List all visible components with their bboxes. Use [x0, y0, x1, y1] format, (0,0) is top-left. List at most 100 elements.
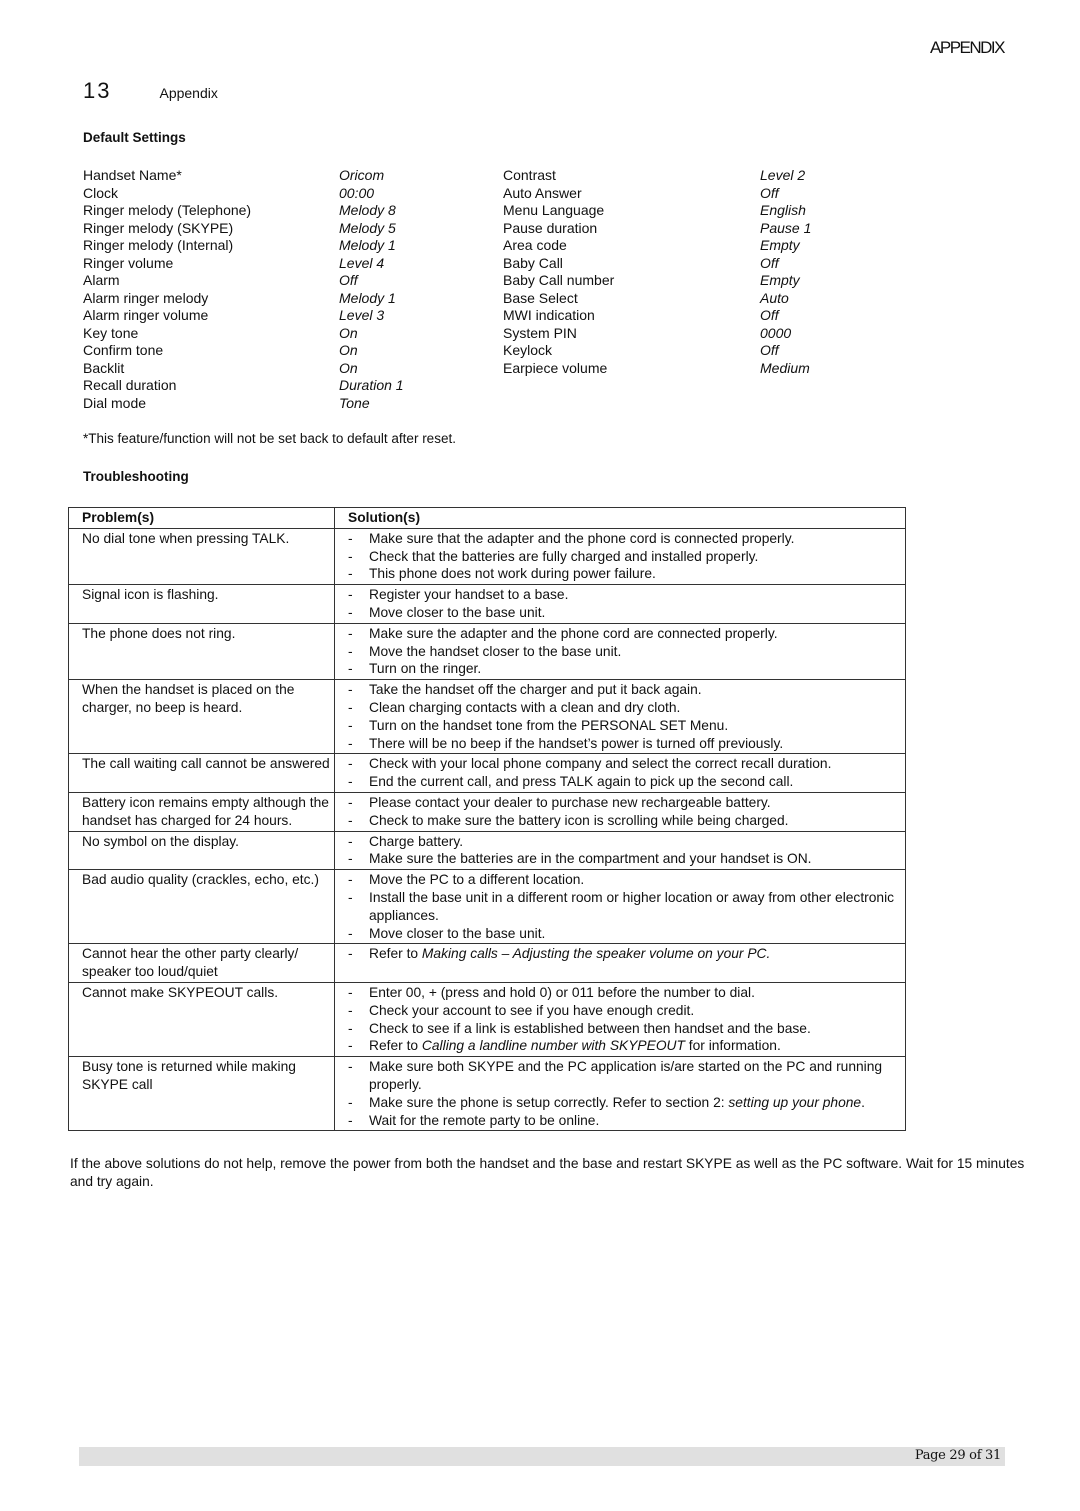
solution-text: Enter 00, + (press and hold 0) or 011 be… — [369, 984, 905, 1002]
setting-name: Handset Name* — [83, 167, 182, 183]
setting-name: Keylock — [503, 342, 553, 358]
setting-value: Melody 8 — [339, 202, 396, 218]
solution-text: Move the PC to a different location. — [369, 871, 905, 889]
setting-value: 0000 — [760, 324, 792, 341]
setting-name: Baby Call — [503, 254, 563, 271]
bullet-dash: - — [348, 530, 353, 546]
cross-reference: setting up your phone — [728, 1094, 862, 1110]
solution-item: - Make sure both SKYPE and the PC applica… — [348, 1058, 905, 1094]
solution-text: Take the handset off the charger and put… — [369, 681, 905, 699]
solution-text: Make sure the phone is setup correctly. … — [369, 1094, 905, 1112]
bullet-dash: - — [348, 833, 353, 849]
table-row: Bad audio quality (crackles, echo, etc.)… — [68, 869, 906, 945]
setting-name: Baby Call number — [503, 272, 615, 288]
default-settings-heading: Default Settings — [83, 130, 186, 145]
problem-cell: Busy tone is returned while making SKYPE… — [68, 1056, 335, 1132]
solution-text: Move closer to the base unit. — [369, 925, 905, 943]
footer-bar: Page 29 of 31 — [79, 1447, 1005, 1466]
text-segment: Wait for the remote party to be online. — [369, 1112, 600, 1128]
setting-name: Area code — [503, 237, 567, 253]
setting-name: Dial mode — [83, 394, 147, 411]
problem-cell: Bad audio quality (crackles, echo, etc.) — [68, 869, 335, 945]
solution-text: This phone does not work during power fa… — [369, 565, 905, 583]
text-segment: There will be no beep if the handset’s p… — [369, 735, 784, 751]
setting-name: Base Select — [503, 289, 578, 306]
bullet-dash: - — [348, 661, 353, 677]
setting-name — [503, 395, 760, 413]
bullet-dash: - — [348, 604, 353, 620]
text-segment: Enter 00, + (press and hold 0) or 011 be… — [369, 984, 755, 1000]
bullet-dash: - — [348, 872, 353, 888]
setting-value: Off — [339, 272, 358, 288]
text-segment: End the current call, and press TALK aga… — [369, 774, 794, 790]
table-row: The phone does not ring. - Make sure the a… — [68, 622, 906, 681]
bullet-dash: - — [348, 1038, 353, 1054]
bullet-dash: - — [348, 643, 353, 659]
solution-text: Turn on the ringer. — [369, 660, 905, 678]
settings-row: Clock 00:00 Auto Answer Off — [83, 185, 843, 203]
table-row: Battery icon remains empty although the … — [68, 791, 906, 832]
solution-text: Clean charging contacts with a clean and… — [369, 699, 905, 717]
setting-value: English — [760, 202, 806, 218]
problem-cell: Cannot hear the other party clearly/ spe… — [68, 943, 335, 983]
solutions-cell: - Take the handset off the charger and pu… — [334, 679, 906, 755]
solution-text: Check your account to see if you have en… — [369, 1002, 905, 1020]
setting-name: Ringer volume — [83, 254, 174, 271]
solution-item: - Refer to Calling a landline number with… — [348, 1037, 905, 1055]
problem-cell: The call waiting call cannot be answered — [68, 753, 335, 793]
bullet-dash: - — [348, 889, 353, 905]
solution-item: - Turn on the ringer. — [348, 660, 905, 678]
solution-text: Install the base unit in a different roo… — [369, 889, 905, 925]
text-segment: Take the handset off the charger and put… — [369, 682, 702, 698]
solution-item: - Check that the batteries are fully char… — [348, 548, 905, 566]
solutions-cell: - Enter 00, + (press and hold 0) or 011 b… — [334, 981, 906, 1058]
solution-item: - Turn on the handset tone from the PERSO… — [348, 717, 905, 735]
text-segment: Refer to — [369, 946, 422, 962]
settings-row: Confirm tone On Keylock Off — [83, 342, 843, 360]
cross-reference: Calling a landline number with SKYPEOUT — [421, 1038, 685, 1054]
settings-row: Ringer melody (Telephone) Melody 8 Menu La… — [83, 202, 843, 220]
problem-cell: No dial tone when pressing TALK. — [68, 527, 335, 586]
setting-value: Melody 1 — [339, 237, 396, 253]
solution-item: - Check to see if a link is established b… — [348, 1020, 905, 1038]
setting-name: Auto Answer — [503, 184, 582, 201]
solution-text: Refer to Calling a landline number with … — [369, 1037, 905, 1055]
setting-name: MWI indication — [503, 307, 595, 323]
setting-name: Alarm — [83, 272, 120, 288]
troubleshooting-table: Problem(s) Solution(s) No dial tone when… — [68, 507, 906, 1132]
setting-name: Alarm ringer volume — [83, 307, 209, 323]
text-segment: Make sure both SKYPE and the PC applicat… — [369, 1059, 883, 1092]
bullet-dash: - — [348, 735, 353, 751]
bullet-dash: - — [348, 1094, 353, 1110]
solution-item: - Wait for the remote party to be online. — [348, 1112, 905, 1130]
solutions-cell: - Please contact your dealer to purchase … — [334, 791, 906, 832]
bullet-dash: - — [348, 699, 353, 715]
settings-row: Alarm ringer volume Level 3 MWI indication… — [83, 307, 843, 325]
text-segment: Make sure the adapter and the phone cord… — [369, 625, 778, 641]
setting-name: Contrast — [503, 167, 556, 183]
settings-row: Alarm Off Baby Call number Empty — [83, 272, 843, 290]
setting-name — [503, 377, 760, 395]
problem-cell: The phone does not ring. — [68, 622, 335, 681]
solutions-cell: - Register your handset to a base. - Move c… — [334, 584, 906, 624]
solution-item: - Clean charging contacts with a clean an… — [348, 699, 905, 717]
setting-name: Clock — [83, 184, 119, 201]
text-segment: Make sure the phone is setup correctly. … — [369, 1094, 729, 1110]
default-settings-list: Handset Name* Oricom Contrast Level 2 Clock 0… — [83, 167, 843, 412]
bullet-dash: - — [348, 812, 353, 828]
setting-value: Off — [760, 184, 779, 201]
column-header-solutions: Solution(s) — [334, 507, 906, 529]
table-header-row: Problem(s) Solution(s) — [68, 507, 906, 529]
setting-value: On — [339, 324, 358, 341]
solution-text: Register your handset to a base. — [369, 586, 905, 604]
solutions-cell: - Refer to Making calls – Adjusting the s… — [334, 943, 906, 983]
setting-value: Pause 1 — [760, 219, 812, 236]
setting-name: Confirm tone — [83, 342, 164, 358]
text-segment: Check to see if a link is established be… — [369, 1020, 811, 1036]
solution-item: - There will be no beep if the handset’s … — [348, 735, 905, 753]
solution-item: - Move the PC to a different location. — [348, 871, 905, 889]
text-segment: Turn on the ringer. — [369, 661, 482, 677]
setting-value: Melody 1 — [339, 289, 396, 306]
problem-cell: Signal icon is flashing. — [68, 584, 335, 624]
cross-reference: Making calls – Adjusting the speaker vol… — [421, 946, 771, 962]
